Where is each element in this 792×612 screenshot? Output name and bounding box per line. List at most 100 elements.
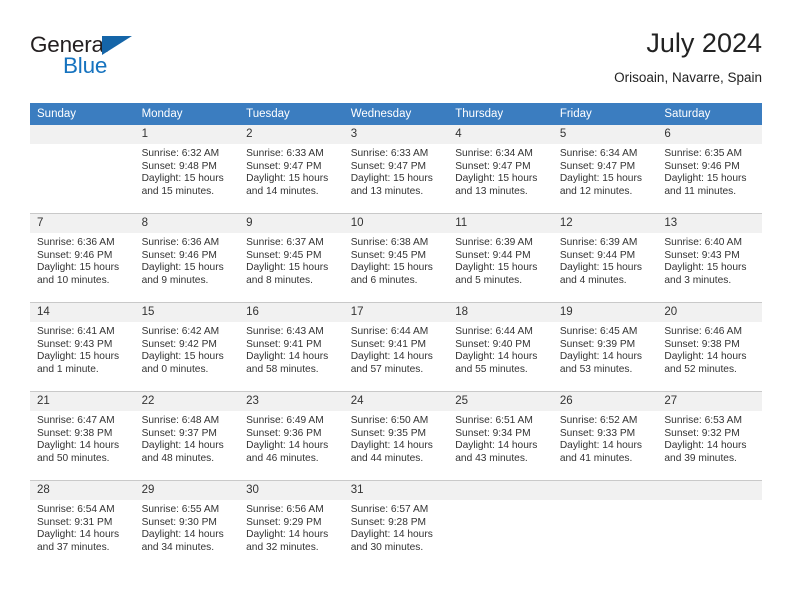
day-cell[interactable]: 21 Sunrise: 6:47 AM Sunset: 9:38 PM Dayligh…: [30, 392, 135, 480]
daylight-text-line2: and 46 minutes.: [246, 452, 319, 464]
daylight-text-line1: Daylight: 15 hours: [350, 173, 433, 185]
calendar-cell: 14 Sunrise: 6:41 AM Sunset: 9:43 PM Dayligh…: [30, 302, 135, 392]
day-cell[interactable]: 20 Sunrise: 6:46 AM Sunset: 9:38 PM Dayligh…: [657, 303, 762, 391]
daylight-text-line1: Daylight: 14 hours: [246, 351, 329, 363]
day-cell[interactable]: 24 Sunrise: 6:50 AM Sunset: 9:35 PM Dayligh…: [343, 392, 449, 480]
day-cell[interactable]: 26 Sunrise: 6:52 AM Sunset: 9:33 PM Dayligh…: [552, 392, 658, 480]
day-cell[interactable]: 8 Sunrise: 6:36 AM Sunset: 9:46 PM Daylight…: [134, 214, 240, 302]
sunset-text: Sunset: 9:37 PM: [141, 427, 217, 439]
daylight-text-line1: Daylight: 14 hours: [664, 440, 747, 452]
calendar-cell: 18 Sunrise: 6:44 AM Sunset: 9:40 PM Dayligh…: [448, 302, 553, 392]
calendar-cell: 29 Sunrise: 6:55 AM Sunset: 9:30 PM Dayligh…: [134, 480, 240, 569]
day-number: 2: [239, 125, 344, 144]
calendar-cell: 17 Sunrise: 6:44 AM Sunset: 9:41 PM Dayligh…: [343, 302, 449, 392]
sunrise-text: Sunrise: 6:42 AM: [141, 326, 220, 337]
calendar-cell: 4 Sunrise: 6:34 AM Sunset: 9:47 PM Daylight…: [448, 125, 553, 214]
day-details: Sunrise: 6:55 AM Sunset: 9:30 PM Daylight:…: [135, 500, 240, 554]
logo-text-general: General: [30, 32, 109, 57]
sunrise-text: Sunrise: 6:57 AM: [350, 504, 429, 515]
generalblue-logo[interactable]: General Blue: [30, 32, 160, 84]
day-cell[interactable]: 13 Sunrise: 6:40 AM Sunset: 9:43 PM Dayligh…: [657, 214, 762, 302]
day-details: Sunrise: 6:33 AM Sunset: 9:47 PM Daylight:…: [344, 144, 449, 198]
sunset-text: Sunset: 9:44 PM: [455, 249, 531, 261]
day-cell[interactable]: 17 Sunrise: 6:44 AM Sunset: 9:41 PM Dayligh…: [343, 303, 449, 391]
calendar-week-row: 21 Sunrise: 6:47 AM Sunset: 9:38 PM Dayligh…: [30, 391, 762, 481]
day-details: Sunrise: 6:48 AM Sunset: 9:37 PM Daylight:…: [135, 411, 240, 465]
day-details: Sunrise: 6:40 AM Sunset: 9:43 PM Daylight:…: [657, 233, 762, 287]
daylight-text-line1: Daylight: 14 hours: [246, 440, 329, 452]
day-details: Sunrise: 6:57 AM Sunset: 9:28 PM Daylight:…: [344, 500, 449, 554]
calendar-cell: [30, 125, 135, 214]
sunset-text: Sunset: 9:41 PM: [246, 338, 322, 350]
day-cell[interactable]: 9 Sunrise: 6:37 AM Sunset: 9:45 PM Daylight…: [239, 214, 344, 302]
day-number: 31: [343, 481, 449, 500]
day-number: 17: [343, 303, 449, 322]
daylight-text-line2: and 8 minutes.: [246, 274, 313, 286]
day-cell[interactable]: 4 Sunrise: 6:34 AM Sunset: 9:47 PM Daylight…: [448, 125, 553, 213]
day-cell[interactable]: 27 Sunrise: 6:53 AM Sunset: 9:32 PM Dayligh…: [657, 392, 762, 480]
calendar-cell: 28 Sunrise: 6:54 AM Sunset: 9:31 PM Dayligh…: [30, 480, 135, 569]
sunset-text: Sunset: 9:35 PM: [350, 427, 427, 439]
daylight-text-line2: and 13 minutes.: [455, 185, 528, 197]
daylight-text-line2: and 4 minutes.: [559, 274, 627, 286]
day-cell[interactable]: 19 Sunrise: 6:45 AM Sunset: 9:39 PM Dayligh…: [552, 303, 658, 391]
calendar-cell: [552, 480, 658, 569]
day-cell[interactable]: 28 Sunrise: 6:54 AM Sunset: 9:31 PM Dayligh…: [30, 481, 135, 569]
day-cell[interactable]: 5 Sunrise: 6:34 AM Sunset: 9:47 PM Daylight…: [552, 125, 658, 213]
sunset-text: Sunset: 9:28 PM: [350, 516, 427, 528]
page-title: July 2024: [646, 28, 762, 58]
day-cell[interactable]: 16 Sunrise: 6:43 AM Sunset: 9:41 PM Dayligh…: [239, 303, 344, 391]
daylight-text-line2: and 11 minutes.: [664, 185, 737, 197]
sunrise-text: Sunrise: 6:44 AM: [350, 326, 429, 337]
calendar-cell: 3 Sunrise: 6:33 AM Sunset: 9:47 PM Daylight…: [343, 125, 449, 214]
day-cell[interactable]: 6 Sunrise: 6:35 AM Sunset: 9:46 PM Daylight…: [657, 125, 762, 213]
day-details: Sunrise: 6:36 AM Sunset: 9:46 PM Daylight:…: [135, 233, 240, 287]
day-number: 27: [657, 392, 762, 411]
day-cell[interactable]: 11 Sunrise: 6:39 AM Sunset: 9:44 PM Dayligh…: [448, 214, 553, 302]
sunset-text: Sunset: 9:36 PM: [246, 427, 322, 439]
day-details: Sunrise: 6:34 AM Sunset: 9:47 PM Daylight:…: [448, 144, 553, 198]
day-number: 6: [657, 125, 762, 144]
sunrise-text: Sunrise: 6:48 AM: [141, 415, 220, 426]
day-number: 9: [239, 214, 344, 233]
day-cell[interactable]: 1 Sunrise: 6:32 AM Sunset: 9:48 PM Daylight…: [134, 125, 240, 213]
daylight-text-line1: Daylight: 14 hours: [37, 529, 120, 541]
day-cell[interactable]: 25 Sunrise: 6:51 AM Sunset: 9:34 PM Dayligh…: [448, 392, 553, 480]
sunset-text: Sunset: 9:47 PM: [246, 160, 322, 172]
day-cell[interactable]: 12 Sunrise: 6:39 AM Sunset: 9:44 PM Dayligh…: [552, 214, 658, 302]
day-cell[interactable]: 2 Sunrise: 6:33 AM Sunset: 9:47 PM Daylight…: [239, 125, 344, 213]
day-cell[interactable]: 3 Sunrise: 6:33 AM Sunset: 9:47 PM Daylight…: [343, 125, 449, 213]
day-cell[interactable]: 29 Sunrise: 6:55 AM Sunset: 9:30 PM Dayligh…: [134, 481, 240, 569]
sunrise-text: Sunrise: 6:33 AM: [350, 148, 429, 159]
day-number: 10: [343, 214, 449, 233]
sunrise-text: Sunrise: 6:32 AM: [141, 148, 220, 159]
daylight-text-line2: and 32 minutes.: [246, 541, 319, 553]
daylight-text-line2: and 15 minutes.: [141, 185, 215, 197]
sunset-text: Sunset: 9:45 PM: [246, 249, 322, 261]
page-header: General Blue July 2024 Orisoain, Navarre…: [30, 28, 762, 90]
day-details: Sunrise: 6:34 AM Sunset: 9:47 PM Daylight:…: [553, 144, 658, 198]
day-cell[interactable]: 15 Sunrise: 6:42 AM Sunset: 9:42 PM Dayligh…: [134, 303, 240, 391]
day-cell[interactable]: 31 Sunrise: 6:57 AM Sunset: 9:28 PM Dayligh…: [343, 481, 449, 569]
day-number: 3: [343, 125, 449, 144]
daylight-text-line2: and 48 minutes.: [141, 452, 215, 464]
day-cell[interactable]: 30 Sunrise: 6:56 AM Sunset: 9:29 PM Dayligh…: [239, 481, 344, 569]
day-cell[interactable]: 7 Sunrise: 6:36 AM Sunset: 9:46 PM Daylight…: [30, 214, 135, 302]
day-number: 11: [448, 214, 553, 233]
day-cell[interactable]: 14 Sunrise: 6:41 AM Sunset: 9:43 PM Dayligh…: [30, 303, 135, 391]
daylight-text-line1: Daylight: 15 hours: [559, 262, 642, 274]
day-cell[interactable]: 23 Sunrise: 6:49 AM Sunset: 9:36 PM Dayligh…: [239, 392, 344, 480]
sunset-text: Sunset: 9:41 PM: [350, 338, 427, 350]
day-number: 18: [448, 303, 553, 322]
day-cell[interactable]: 10 Sunrise: 6:38 AM Sunset: 9:45 PM Dayligh…: [343, 214, 449, 302]
daylight-text-line1: Daylight: 15 hours: [246, 262, 329, 274]
day-details: Sunrise: 6:50 AM Sunset: 9:35 PM Daylight:…: [344, 411, 449, 465]
sunrise-text: Sunrise: 6:46 AM: [664, 326, 742, 337]
day-number: 12: [552, 214, 658, 233]
day-cell[interactable]: 18 Sunrise: 6:44 AM Sunset: 9:40 PM Dayligh…: [448, 303, 553, 391]
day-number: 26: [552, 392, 658, 411]
daylight-text-line1: Daylight: 15 hours: [350, 262, 433, 274]
calendar-cell: 10 Sunrise: 6:38 AM Sunset: 9:45 PM Dayligh…: [343, 213, 449, 303]
day-details: Sunrise: 6:52 AM Sunset: 9:33 PM Daylight:…: [553, 411, 658, 465]
day-cell[interactable]: 22 Sunrise: 6:48 AM Sunset: 9:37 PM Dayligh…: [134, 392, 240, 480]
